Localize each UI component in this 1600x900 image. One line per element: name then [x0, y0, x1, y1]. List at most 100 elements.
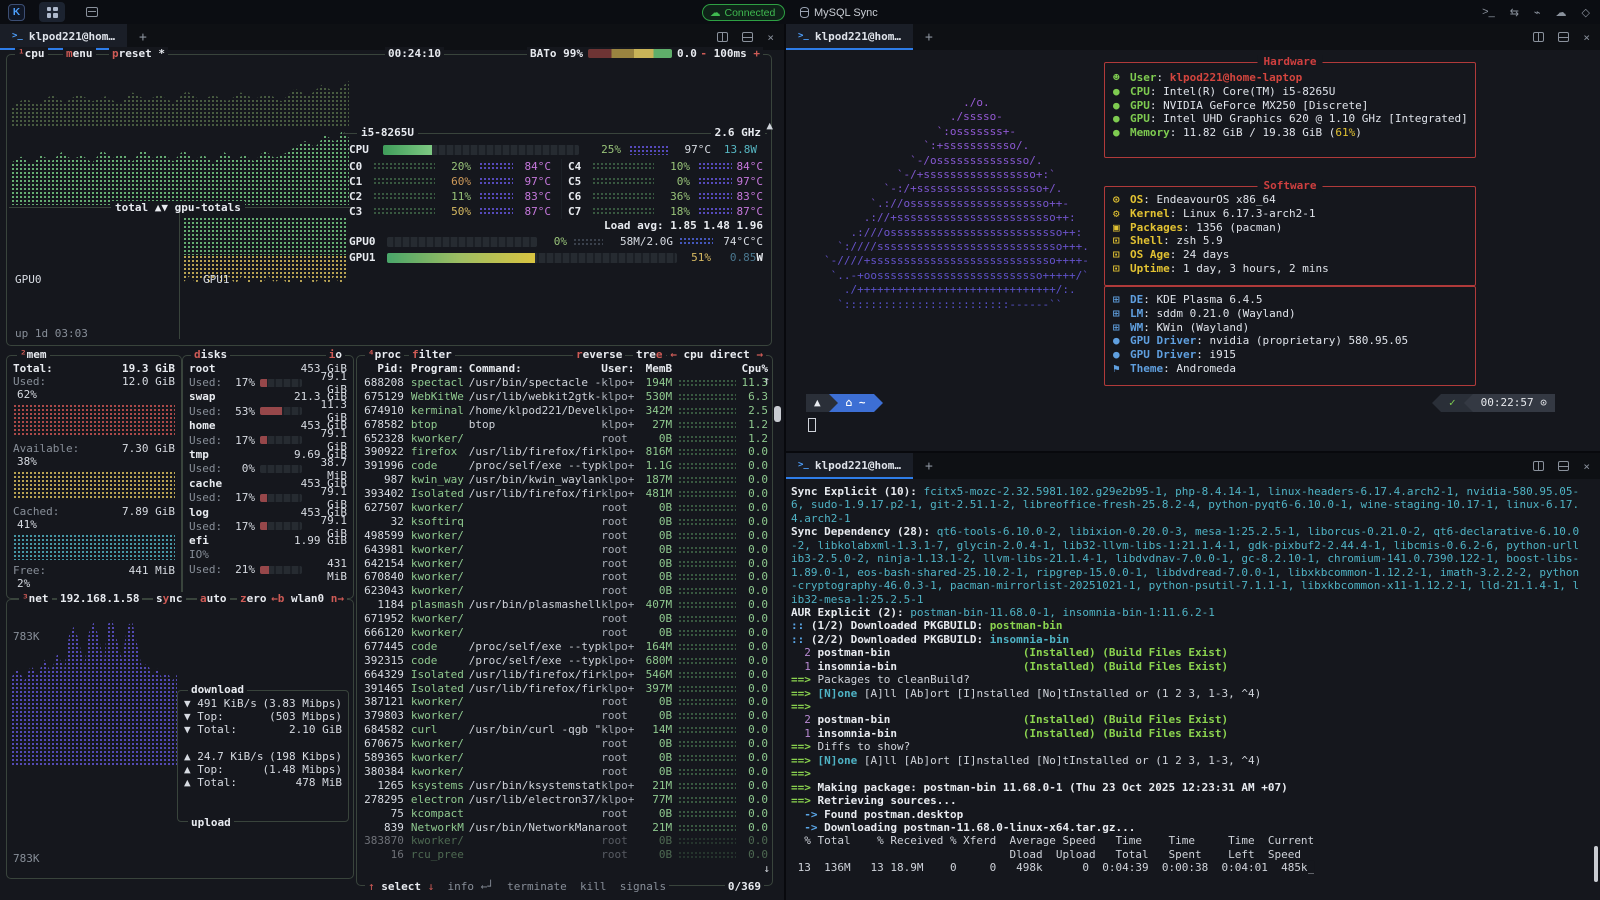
proc-reverse-button[interactable]: reverse: [573, 348, 625, 361]
proc-row[interactable]: 380384kworker/root0B0.0: [361, 765, 768, 779]
proc-tree-button[interactable]: tree: [633, 348, 666, 361]
net-box-title[interactable]: ³net: [19, 592, 52, 605]
mem-box-title[interactable]: ²mem: [17, 348, 50, 361]
proc-row[interactable]: 391465Isolated/usr/lib/firefox/firklpo+3…: [361, 682, 768, 696]
update-interval-control[interactable]: - 100ms +: [697, 47, 763, 60]
split-horizontal-icon[interactable]: [742, 32, 753, 42]
mem-used-pct: 62%: [13, 388, 175, 401]
btop-proc-box[interactable]: ⁴proc filter reverse tree ← cpu direct →…: [356, 355, 773, 886]
proc-row[interactable]: 390922firefox/usr/lib/firefox/firklpo+81…: [361, 445, 768, 459]
tab-right-top[interactable]: >_klpod221@hom…: [786, 24, 913, 50]
net-zero-toggle[interactable]: zero: [237, 592, 270, 605]
proc-row[interactable]: 677445code/proc/self/exe --typklpo+164M0…: [361, 640, 768, 654]
proc-row[interactable]: 688208spectacl/usr/bin/spectacle -klpo+1…: [361, 376, 768, 390]
btop-disks-box[interactable]: disks io root453 GiBUsed:17%79.1 GiBswap…: [182, 355, 354, 599]
proc-row[interactable]: 684582curl/usr/bin/curl -qgb "klpo+14M0.…: [361, 723, 768, 737]
ascii-art-line: `.://osssssssssssssssssssso++-: [824, 197, 1089, 211]
close-pane-icon[interactable]: ×: [1583, 460, 1590, 473]
proc-row[interactable]: 652328kworker/root0B1.2: [361, 432, 768, 446]
net-sync-toggle[interactable]: sync: [153, 592, 186, 605]
btop-mem-box[interactable]: ²mem Total:19.3 GiB Used:12.0 GiB 62% Av…: [6, 355, 182, 599]
proc-row[interactable]: 670675kworker/root0B0.0: [361, 737, 768, 751]
left-scrollbar-thumb[interactable]: [774, 406, 781, 422]
tab-title: klpod221@hom…: [815, 30, 901, 43]
proc-row[interactable]: 1184plasmash/usr/bin/plasmashellklpo+407…: [361, 598, 768, 612]
terminal-line: ==> Retrieving sources...: [791, 794, 1592, 807]
proc-sort-selector[interactable]: ← cpu direct →: [667, 348, 766, 361]
split-vertical-icon[interactable]: [717, 32, 728, 42]
new-tab-button[interactable]: +: [925, 459, 933, 474]
proc-row[interactable]: 498599kworker/root0B0.0: [361, 529, 768, 543]
mysql-sync-button[interactable]: MySQL Sync: [800, 4, 878, 21]
proc-scroll-down[interactable]: ↓: [763, 862, 770, 875]
proc-row[interactable]: 623043kworker/root0B0.0: [361, 584, 768, 598]
net-iface-switcher[interactable]: ←b wlan0 n→: [268, 592, 347, 605]
proc-row[interactable]: 987kwin_way/usr/bin/kwin_waylanklpo+187M…: [361, 473, 768, 487]
net-auto-toggle[interactable]: auto: [197, 592, 230, 605]
proc-cpu-graph: [678, 629, 736, 637]
proc-row[interactable]: 839NetworkM/usr/bin/NetworkManaroot21M0.…: [361, 821, 768, 835]
preset-button[interactable]: preset *: [109, 47, 168, 60]
proc-row[interactable]: 392315code/proc/self/exe --typklpo+680M0…: [361, 654, 768, 668]
proc-row[interactable]: 391996code/proc/self/exe --typklpo+1.1G0…: [361, 459, 768, 473]
proc-row[interactable]: 643981kworker/root0B0.0: [361, 543, 768, 557]
proc-box-title[interactable]: ⁴proc: [365, 348, 404, 361]
proc-row[interactable]: 383870kworker/root0B0.0: [361, 834, 768, 848]
cloud-icon[interactable]: ☁: [1556, 6, 1567, 19]
proc-row[interactable]: 16rcu_preeroot0B0.0: [361, 848, 768, 862]
vault-icon[interactable]: ◇: [1582, 6, 1590, 19]
shell-prompt[interactable]: ▲⌂ ~: [806, 394, 883, 412]
right-scrollbar-thumb[interactable]: [1594, 846, 1598, 882]
btop-cpu-box[interactable]: ¹cpu menu preset * 00:24:10 BATo 99% 0.0…: [6, 54, 772, 346]
sftp-icon[interactable]: ⇆: [1510, 6, 1519, 19]
proc-filter-button[interactable]: filter: [409, 348, 455, 361]
connection-status-badge[interactable]: ☁ Connected: [702, 4, 785, 21]
new-tab-button[interactable]: +: [925, 30, 933, 45]
proc-row[interactable]: 75kcompactroot0B0.0: [361, 807, 768, 821]
proc-scroll-up[interactable]: ↑: [763, 374, 770, 387]
proc-row[interactable]: 387121kworker/root0B0.0: [361, 695, 768, 709]
split-vertical-icon[interactable]: [1533, 461, 1544, 471]
proc-row[interactable]: 642154kworker/root0B0.0: [361, 557, 768, 571]
proc-footer-keys[interactable]: ↑ select ↓ info ←┘ terminate kill signal…: [365, 880, 669, 893]
proc-row[interactable]: 671952kworker/root0B0.0: [361, 612, 768, 626]
upload-label: upload: [188, 816, 234, 829]
proc-header-row[interactable]: Pid: Program: Command: User: MemB Cpu%: [361, 362, 768, 376]
hosts-grid-button[interactable]: [39, 2, 65, 22]
split-horizontal-icon[interactable]: [1558, 32, 1569, 42]
menu-button[interactable]: menu: [63, 47, 96, 60]
proc-row[interactable]: 393402Isolated/usr/lib/firefox/firklpo+4…: [361, 487, 768, 501]
split-vertical-icon[interactable]: [1533, 32, 1544, 42]
proc-row[interactable]: 589365kworker/root0B0.0: [361, 751, 768, 765]
new-tab-button[interactable]: +: [139, 30, 147, 45]
proc-row[interactable]: 627507kworker/root0B0.0: [361, 501, 768, 515]
close-pane-icon[interactable]: ×: [1583, 31, 1590, 44]
proc-row[interactable]: 666120kworker/root0B0.0: [361, 626, 768, 640]
proc-row[interactable]: 674910kerminal/home/klpod221/Develklpo+3…: [361, 404, 768, 418]
proc-row[interactable]: 664329Isolated/usr/lib/firefox/firklpo+5…: [361, 668, 768, 682]
close-pane-icon[interactable]: ×: [767, 31, 774, 44]
split-horizontal-icon[interactable]: [1558, 461, 1569, 471]
proc-row[interactable]: 379803kworker/root0B0.0: [361, 709, 768, 723]
proc-row[interactable]: 32ksoftirqroot0B0.0: [361, 515, 768, 529]
btop-net-box[interactable]: ³net 192.168.1.58 sync auto zero ←b wlan…: [6, 599, 354, 879]
proc-row[interactable]: 675129WebKitWe/usr/lib/webkit2gtk-klpo+5…: [361, 390, 768, 404]
app-logo[interactable]: K: [8, 4, 25, 21]
scroll-up-indicator[interactable]: ▲: [766, 119, 773, 132]
proc-row[interactable]: 670840kworker/root0B0.0: [361, 570, 768, 584]
disks-box-title[interactable]: disks: [191, 348, 230, 361]
core-temp: 87°C: [732, 205, 763, 218]
proc-row[interactable]: 1265ksystems/usr/bin/ksystemstatklpo+21M…: [361, 779, 768, 793]
proc-row[interactable]: 678582btopbtopklpo+27M1.2: [361, 418, 768, 432]
disks-io-toggle[interactable]: io: [326, 348, 345, 361]
proc-cpu-graph: [678, 810, 736, 818]
proc-row[interactable]: 278295electron/usr/lib/electron37/klpo+7…: [361, 793, 768, 807]
tab-right-bottom[interactable]: >_klpod221@hom…: [786, 453, 913, 479]
gpu-totals-toggle[interactable]: total ▲▼ gpu-totals: [111, 201, 245, 214]
cpu-box-title[interactable]: ¹cpu: [15, 47, 48, 60]
panels-button[interactable]: [79, 2, 105, 22]
terminal-icon[interactable]: >_: [1482, 6, 1495, 18]
proc-cpu-graph: [678, 601, 736, 609]
port-forward-icon[interactable]: ⌁: [1534, 6, 1541, 19]
uptime-icon: ⊡: [1113, 262, 1130, 276]
